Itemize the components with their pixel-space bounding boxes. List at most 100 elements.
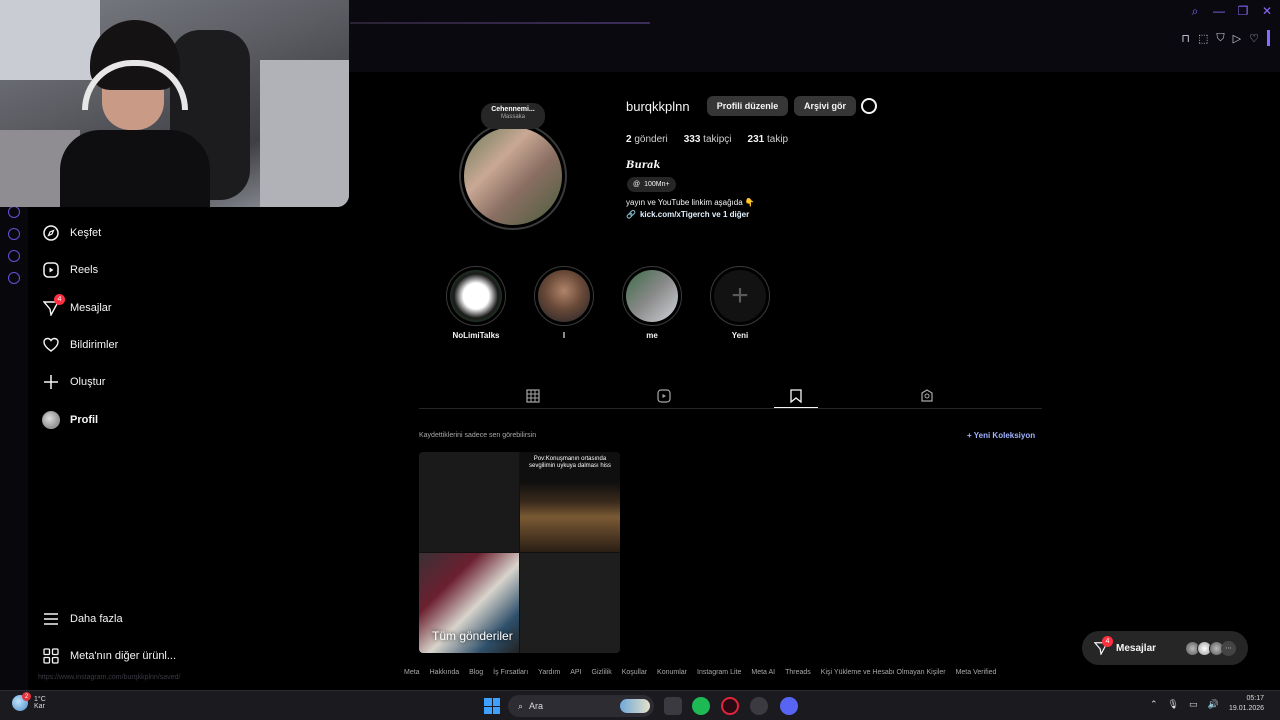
footer-link[interactable]: Meta [404, 669, 420, 676]
sidebar-item-label: Mesajlar [70, 302, 112, 314]
collection-all-posts[interactable]: Pov:Konuşmanın ortasında sevgilimin uyku… [419, 452, 620, 653]
sidebar-item-reels[interactable]: Reels [42, 255, 98, 285]
microphone-icon[interactable]: 🎙 [1168, 699, 1179, 710]
followers-stat[interactable]: 333 takipçi [684, 134, 732, 145]
profile-link[interactable]: 🔗 kick.com/xTigerch ve 1 diğer [626, 210, 749, 219]
profile-picture[interactable] [459, 122, 567, 230]
task-view-icon[interactable] [664, 697, 682, 715]
search-highlight-image [620, 699, 650, 713]
sidebar-item-profile[interactable]: Profil [42, 405, 98, 435]
footer-link[interactable]: Threads [785, 669, 811, 676]
discord-icon[interactable] [780, 697, 798, 715]
start-tile [492, 706, 500, 714]
accent-bar [1267, 30, 1270, 46]
footer-link[interactable]: Kişi Yükleme ve Hesabı Olmayan Kişiler [821, 669, 946, 676]
volume-icon[interactable]: 🔊 [1208, 699, 1219, 710]
highlight-item[interactable]: me [622, 266, 682, 340]
minimize-icon[interactable]: — [1212, 4, 1226, 19]
edit-profile-button[interactable]: Profili düzenle [707, 96, 788, 116]
messages-bubble[interactable]: 4 Mesajlar ⋯ [1082, 631, 1248, 665]
pin-icon[interactable]: ⊓ [1181, 32, 1190, 45]
taskbar-search[interactable]: ⌕ Ara [508, 695, 654, 717]
network-icon[interactable]: ▭ [1189, 699, 1198, 710]
sidebar-item-create[interactable]: Oluştur [42, 367, 105, 397]
play-icon[interactable] [8, 206, 20, 218]
spotify-icon[interactable] [692, 697, 710, 715]
sidebar-item-more[interactable]: Daha fazla [42, 604, 123, 634]
profile-note[interactable]: Cehennemi... Massaka [481, 103, 545, 129]
search-icon[interactable]: ⌕ [1188, 4, 1202, 19]
sidebar-item-meta-products[interactable]: Meta'nın diğer ürünl... [42, 641, 176, 671]
footer-link[interactable]: Koşullar [622, 669, 647, 676]
collection-thumb [419, 452, 519, 552]
sidebar-item-label: Reels [70, 264, 99, 276]
footer-link[interactable]: Instagram Lite [697, 669, 741, 676]
chevron-up-icon[interactable]: ⌃ [1150, 699, 1158, 710]
footer-link[interactable]: Yardım [538, 669, 560, 676]
start-tile [484, 698, 492, 706]
highlight-image [538, 270, 590, 322]
gear-icon[interactable] [8, 272, 20, 284]
sidebar-item-messages[interactable]: 4 Mesajlar [42, 293, 112, 323]
highlight-item[interactable]: NoLimiTalks [446, 266, 506, 340]
profile-picture-image [464, 127, 562, 225]
profile-stats: 2 gönderi 333 takipçi 231 takip [626, 134, 788, 145]
weather-widget[interactable]: 2 1°C Kar [12, 692, 46, 711]
highlight-label: l [562, 331, 566, 340]
footer-link[interactable]: Meta AI [751, 669, 775, 676]
tab-tagged[interactable] [905, 384, 949, 408]
followers-label: takipçi [703, 134, 732, 145]
start-tile [492, 698, 500, 706]
compass-icon [42, 224, 60, 242]
collection-thumb: Pov:Konuşmanın ortasında sevgilimin uyku… [520, 452, 620, 552]
footer-link[interactable]: Blog [469, 669, 483, 676]
profile-link-text: kick.com/xTigerch ve 1 diğer [639, 210, 750, 219]
steam-icon[interactable] [750, 697, 768, 715]
highlight-image [626, 270, 678, 322]
close-icon[interactable]: ✕ [1260, 4, 1274, 19]
tab-strip [350, 22, 650, 24]
following-stat[interactable]: 231 takip [748, 134, 789, 145]
snapshot-icon[interactable]: ⬚ [1198, 32, 1208, 45]
sidebar-item-notifications[interactable]: Bildirimler [42, 330, 118, 360]
thumb-caption: Pov:Konuşmanın ortasında sevgilimin uyku… [528, 456, 612, 469]
footer-link[interactable]: İş Fırsatları [493, 669, 528, 676]
tab-posts[interactable] [511, 384, 555, 408]
extensions-icon[interactable] [8, 250, 20, 262]
threads-badge[interactable]: @ 100Mn+ [627, 177, 676, 192]
windows-start-icon[interactable] [484, 698, 500, 714]
gear-icon[interactable] [861, 98, 877, 114]
new-collection-button[interactable]: + Yeni Koleksiyon [967, 431, 1035, 440]
footer-link[interactable]: API [570, 669, 581, 676]
shield-icon[interactable]: ⛉ [1216, 32, 1224, 45]
status-url: https://www.instagram.com/burqkkplnn/sav… [38, 674, 181, 681]
highlight-label: Yeni [731, 331, 749, 340]
footer-link[interactable]: Meta Verified [956, 669, 997, 676]
sidebar-item-explore[interactable]: Keşfet [42, 218, 101, 248]
notification-badge: 4 [54, 294, 65, 305]
grid-icon [526, 389, 540, 403]
sidebar-item-label: Bildirimler [70, 339, 119, 351]
taskbar-clock[interactable]: 05:17 19.01.2026 [1229, 694, 1264, 714]
restore-icon[interactable]: ❐ [1236, 4, 1250, 19]
tab-reels[interactable] [642, 384, 686, 408]
footer-link[interactable]: Konumlar [657, 669, 687, 676]
play-icon[interactable]: ▷ [1233, 32, 1241, 45]
tagged-icon [921, 389, 933, 402]
highlight-item[interactable]: l [534, 266, 594, 340]
tab-saved[interactable] [774, 384, 818, 408]
notification-badge: 2 [22, 692, 31, 701]
opera-gx-icon[interactable] [721, 697, 739, 715]
heart-icon[interactable]: ♡ [1249, 32, 1259, 45]
sidebar-item-label: Profil [70, 414, 99, 426]
collection-thumb [520, 553, 620, 653]
footer-link[interactable]: Hakkında [430, 669, 460, 676]
view-archive-button[interactable]: Arşivi gör [794, 96, 856, 116]
messages-bubble-label: Mesajlar [1116, 642, 1157, 654]
footer-link[interactable]: Gizlilik [592, 669, 612, 676]
posts-label: gönderi [634, 134, 668, 145]
new-highlight-button[interactable]: + Yeni [710, 266, 770, 340]
following-label: takip [767, 134, 789, 145]
highlight-image [450, 270, 502, 322]
history-icon[interactable] [8, 228, 20, 240]
